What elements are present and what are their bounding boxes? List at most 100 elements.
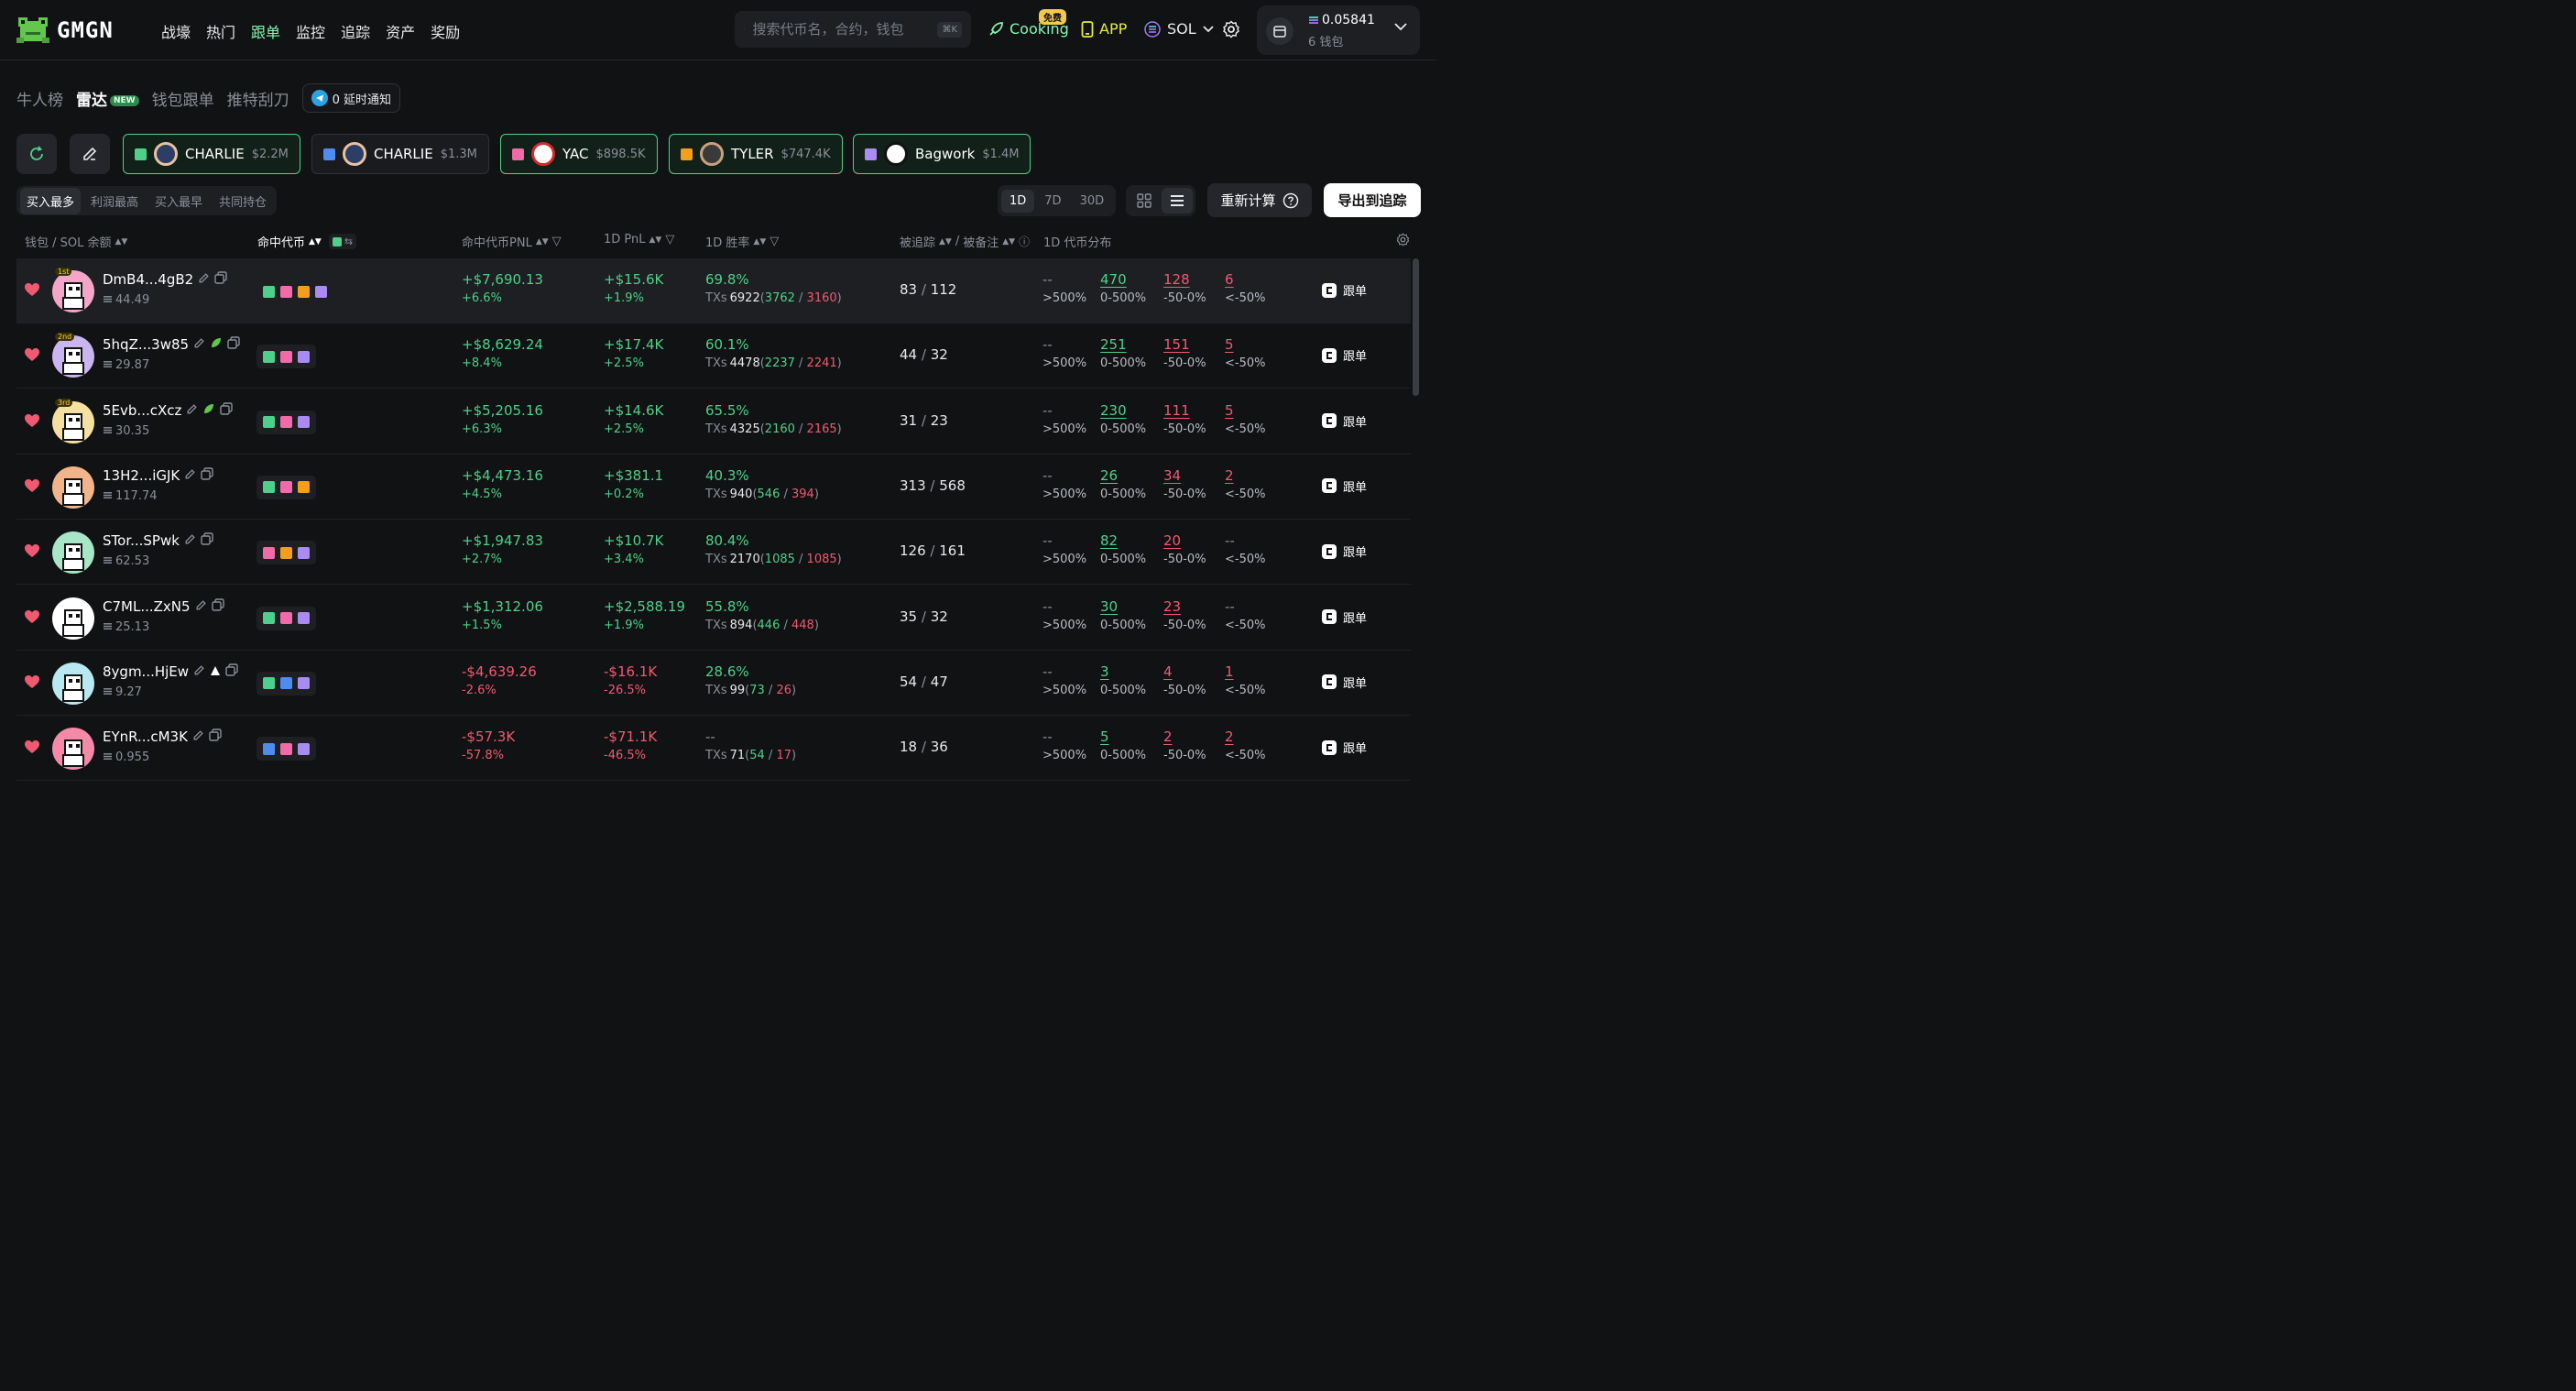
copy-icon[interactable] <box>227 336 240 353</box>
brand-logo[interactable]: GMGN <box>16 14 114 47</box>
dist-bucket-2[interactable]: 20 -50-0% <box>1163 532 1206 566</box>
sort-tab-1[interactable]: 利润最高 <box>84 188 145 214</box>
copy-trade-button[interactable]: 跟单 <box>1322 477 1367 495</box>
dist-bucket-2[interactable]: 128 -50-0% <box>1163 271 1206 305</box>
tab-twitter-scraper[interactable]: 推特刮刀 <box>227 87 289 110</box>
wallet-dropdown[interactable]: 0.05841 6 钱包 <box>1257 5 1420 55</box>
wallet-chip-3[interactable]: TYLER $747.4K <box>669 134 843 174</box>
wallet-name[interactable]: C7ML...ZxN5 <box>103 598 224 615</box>
nav-item-0[interactable]: 战壕 <box>161 20 191 42</box>
filter-icon[interactable]: ▽ <box>665 233 674 246</box>
favorite-heart-icon[interactable] <box>24 674 40 693</box>
wallet-name[interactable]: STor...SPwk <box>103 532 213 549</box>
copy-icon[interactable] <box>209 728 222 745</box>
nav-item-5[interactable]: 资产 <box>386 20 415 42</box>
export-to-track-button[interactable]: 导出到追踪 <box>1324 183 1421 217</box>
chain-selector[interactable]: SOL <box>1144 20 1214 38</box>
copy-icon[interactable] <box>201 467 213 484</box>
table-row[interactable]: C7ML...ZxN5 25.13 +$1,312.06 +1.5% +$2,588.1… <box>16 586 1411 651</box>
avatar[interactable] <box>52 335 94 378</box>
nav-item-1[interactable]: 热门 <box>206 20 235 42</box>
avatar[interactable] <box>52 597 94 640</box>
edit-pencil-icon[interactable] <box>195 598 207 615</box>
favorite-heart-icon[interactable] <box>24 739 40 758</box>
dist-bucket-1[interactable]: 251 0-500% <box>1100 336 1146 370</box>
hit-tokens[interactable] <box>257 345 316 369</box>
favorite-heart-icon[interactable] <box>24 413 40 432</box>
filter-icon[interactable]: ▽ <box>770 235 779 248</box>
search-box[interactable]: ⌘K <box>735 11 971 48</box>
settings-gear-icon[interactable] <box>1222 20 1240 38</box>
wallet-chip-1[interactable]: CHARLIE $1.3M <box>311 134 489 174</box>
copy-trade-button[interactable]: 跟单 <box>1322 608 1367 626</box>
avatar[interactable] <box>52 270 94 312</box>
hit-tokens[interactable] <box>257 279 333 303</box>
header-winrate[interactable]: 1D 胜率 ▲▼ ▽ <box>705 233 779 250</box>
wallet-name[interactable]: DmB4...4gB2 <box>103 271 227 288</box>
hit-tokens[interactable] <box>257 671 316 696</box>
edit-pencil-icon[interactable] <box>198 271 210 288</box>
table-row[interactable]: 13H2...iGJK 117.74 +$4,473.16 +4.5% +$381.1 +… <box>16 455 1411 520</box>
list-view-button[interactable] <box>1162 188 1193 214</box>
wallet-name[interactable]: EYnR...cM3K <box>103 728 222 745</box>
dist-bucket-1[interactable]: 30 0-500% <box>1100 598 1146 632</box>
avatar[interactable] <box>52 662 94 705</box>
dist-bucket-2[interactable]: 2 -50-0% <box>1163 728 1206 762</box>
wallet-name[interactable]: 13H2...iGJK <box>103 467 213 484</box>
favorite-heart-icon[interactable] <box>24 282 40 301</box>
sort-tab-2[interactable]: 买入最早 <box>148 188 209 214</box>
header-pnl-1d[interactable]: 1D PnL ▲▼ ▽ <box>604 233 674 246</box>
header-wallet[interactable]: 钱包 / SOL 余额 ▲▼ <box>25 233 127 250</box>
edit-pencil-icon[interactable] <box>184 532 196 549</box>
nav-item-2[interactable]: 跟单 <box>251 20 280 42</box>
avatar[interactable] <box>52 531 94 575</box>
dist-bucket-2[interactable]: 4 -50-0% <box>1163 663 1206 697</box>
dist-bucket-1[interactable]: 26 0-500% <box>1100 467 1146 501</box>
copy-trade-button[interactable]: 跟单 <box>1322 346 1367 364</box>
wallet-address[interactable]: 5Evb...cXcz <box>103 402 181 419</box>
wallet-address[interactable]: DmB4...4gB2 <box>103 271 193 288</box>
tab-radar[interactable]: 雷达 NEW <box>76 87 139 110</box>
favorite-heart-icon[interactable] <box>24 478 40 497</box>
favorite-heart-icon[interactable] <box>24 609 40 628</box>
dist-bucket-2[interactable]: 111 -50-0% <box>1163 402 1206 436</box>
favorite-heart-icon[interactable] <box>24 347 40 366</box>
copy-icon[interactable] <box>220 401 234 419</box>
table-settings-icon[interactable] <box>1396 233 1410 246</box>
dist-bucket-3[interactable]: 2 <-50% <box>1225 467 1265 501</box>
header-hit-tokens[interactable]: 命中代币 ▲▼ ⇆ <box>257 233 357 250</box>
table-row[interactable]: 2nd 5hqZ...3w85 29.87 +$8,629.24 +8.4% +$17.4… <box>16 323 1411 389</box>
nav-item-4[interactable]: 追踪 <box>341 20 370 42</box>
edit-pencil-icon[interactable] <box>184 467 196 484</box>
hit-tokens[interactable] <box>257 606 316 630</box>
dist-bucket-3[interactable]: 5 <-50% <box>1225 402 1265 436</box>
avatar[interactable] <box>52 465 94 509</box>
copy-trade-button[interactable]: 跟单 <box>1322 739 1367 756</box>
period-30D[interactable]: 30D <box>1072 190 1113 213</box>
wallet-address[interactable]: 13H2...iGJK <box>103 467 180 484</box>
wallet-chip-0[interactable]: CHARLIE $2.2M <box>123 134 300 174</box>
dist-bucket-1[interactable]: 5 0-500% <box>1100 728 1146 762</box>
nav-item-6[interactable]: 奖励 <box>431 20 460 42</box>
dist-bucket-1[interactable]: 230 0-500% <box>1100 402 1146 436</box>
refresh-button[interactable] <box>16 134 57 174</box>
wallet-chip-4[interactable]: Bagwork $1.4M <box>853 134 1031 174</box>
dist-bucket-3[interactable]: 1 <-50% <box>1225 663 1265 697</box>
wallet-address[interactable]: STor...SPwk <box>103 532 180 549</box>
edit-pencil-icon[interactable] <box>192 728 204 745</box>
dist-bucket-1[interactable]: 3 0-500% <box>1100 663 1146 697</box>
delay-notify-button[interactable]: 0 延时通知 <box>301 83 401 113</box>
dist-bucket-3[interactable]: 2 <-50% <box>1225 728 1265 762</box>
hit-tokens[interactable] <box>257 541 316 565</box>
wallet-address[interactable]: 5hqZ...3w85 <box>103 336 189 353</box>
table-row[interactable]: EYnR...cM3K 0.955 -$57.3K -57.8% -$71.1K -46.… <box>16 716 1411 782</box>
table-row[interactable]: 8ygm...HjEw 9.27 -$4,639.26 -2.6% -$16.1K -26… <box>16 651 1411 716</box>
nav-item-3[interactable]: 监控 <box>296 20 325 42</box>
sort-tab-3[interactable]: 共同持仓 <box>213 188 273 214</box>
wallet-name[interactable]: 8ygm...HjEw <box>103 663 238 680</box>
edit-pencil-icon[interactable] <box>193 663 205 680</box>
copy-trade-button[interactable]: 跟单 <box>1322 542 1367 560</box>
avatar[interactable] <box>52 728 94 771</box>
dist-bucket-3[interactable]: 5 <-50% <box>1225 336 1265 370</box>
wallet-name[interactable]: 5Evb...cXcz <box>103 401 234 419</box>
